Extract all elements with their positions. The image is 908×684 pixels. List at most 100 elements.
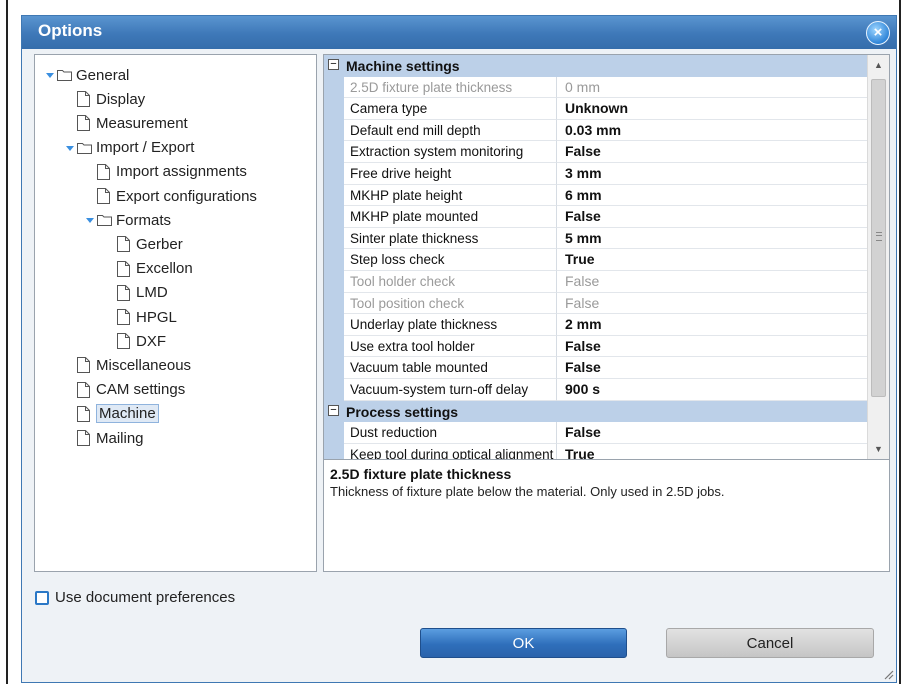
- property-value[interactable]: Unknown: [557, 98, 867, 120]
- property-name: MKHP plate height: [344, 184, 557, 207]
- row-gutter: [324, 422, 344, 444]
- tree-item-label: Mailing: [96, 429, 144, 447]
- property-value[interactable]: 900 s: [557, 379, 867, 401]
- tree-item-mailing[interactable]: Mailing: [77, 427, 144, 449]
- property-value[interactable]: False: [557, 206, 867, 228]
- tree-item-dxf[interactable]: DXF: [117, 330, 166, 352]
- document-icon: [117, 236, 130, 253]
- document-icon: [77, 381, 90, 398]
- document-icon: [77, 115, 90, 132]
- property-row[interactable]: Default end mill depth 0.03 mm: [324, 119, 867, 142]
- expand-arrow-icon[interactable]: [45, 70, 55, 80]
- property-value[interactable]: 0.03 mm: [557, 120, 867, 142]
- row-gutter: [324, 292, 344, 315]
- property-value[interactable]: 0 mm: [557, 77, 867, 99]
- property-row[interactable]: Extraction system monitoring False: [324, 141, 867, 163]
- property-name: Vacuum table mounted: [344, 357, 557, 380]
- property-row[interactable]: MKHP plate mounted False: [324, 206, 867, 228]
- category-process-settings[interactable]: − Process settings: [324, 400, 867, 423]
- collapse-icon[interactable]: −: [328, 404, 339, 416]
- use-document-preferences-checkbox[interactable]: [35, 590, 49, 605]
- tree-item-excellon[interactable]: Excellon: [117, 258, 193, 280]
- property-name: Extraction system monitoring: [344, 141, 557, 163]
- category-machine-settings[interactable]: − Machine settings: [324, 55, 867, 77]
- close-button[interactable]: ×: [866, 21, 890, 45]
- property-row[interactable]: Underlay plate thickness 2 mm: [324, 314, 867, 336]
- tree-item-label: DXF: [136, 332, 166, 350]
- property-value[interactable]: 6 mm: [557, 185, 867, 207]
- tree-item-label: CAM settings: [96, 381, 186, 399]
- dialog-title: Options: [38, 21, 103, 40]
- property-name: Tool position check: [344, 292, 557, 315]
- property-value[interactable]: False: [557, 141, 867, 163]
- property-name: 2.5D fixture plate thickness: [344, 76, 557, 99]
- row-gutter: [324, 314, 344, 336]
- property-value[interactable]: True: [557, 444, 867, 459]
- property-row[interactable]: Free drive height 3 mm: [324, 163, 867, 185]
- ok-button[interactable]: OK: [420, 628, 627, 658]
- document-icon: [77, 430, 90, 446]
- document-icon: [77, 405, 90, 422]
- tree-item-label: Gerber: [136, 235, 183, 253]
- tree-item-label: Import / Export: [96, 139, 195, 157]
- expand-arrow-icon[interactable]: [65, 143, 75, 153]
- scroll-up-arrow-icon[interactable]: ▲: [868, 55, 889, 75]
- use-document-preferences[interactable]: Use document preferences: [35, 589, 235, 606]
- property-row[interactable]: Dust reduction False: [324, 422, 867, 444]
- property-row[interactable]: Tool holder check False: [324, 271, 867, 293]
- property-row[interactable]: Use extra tool holder False: [324, 335, 867, 358]
- tree-item-import-export[interactable]: Import / Export: [65, 137, 194, 159]
- property-value[interactable]: False: [557, 336, 867, 358]
- property-value[interactable]: False: [557, 422, 867, 444]
- tree-item-formats[interactable]: Formats: [85, 209, 171, 231]
- tree-item-gerber[interactable]: Gerber: [117, 233, 183, 255]
- property-name: Underlay plate thickness: [344, 314, 557, 336]
- row-gutter: [324, 443, 344, 459]
- property-name: Keep tool during optical alignment: [344, 443, 557, 459]
- row-gutter: [324, 184, 344, 207]
- property-row[interactable]: Step loss check True: [324, 249, 867, 272]
- property-value[interactable]: False: [557, 271, 867, 293]
- property-name: Tool holder check: [344, 271, 557, 293]
- grid-scrollbar[interactable]: ▲ ▼: [867, 55, 889, 459]
- property-grid: − Machine settings 2.5D fixture plate thic…: [323, 54, 890, 572]
- property-value[interactable]: 5 mm: [557, 228, 867, 250]
- property-row[interactable]: Vacuum-system turn-off delay 900 s: [324, 379, 867, 401]
- tree-item-general[interactable]: General: [45, 64, 129, 86]
- property-row[interactable]: Camera type Unknown: [324, 98, 867, 120]
- tree-item-label: Miscellaneous: [96, 356, 192, 374]
- property-row[interactable]: Vacuum table mounted False: [324, 357, 867, 380]
- property-value[interactable]: False: [557, 293, 867, 315]
- tree-item-export-configurations[interactable]: Export configurations: [97, 185, 257, 207]
- property-row[interactable]: MKHP plate height 6 mm: [324, 184, 867, 207]
- tree-item-measurement[interactable]: Measurement: [77, 112, 188, 134]
- scroll-thumb[interactable]: [871, 79, 886, 397]
- tree-item-hpgl[interactable]: HPGL: [117, 306, 177, 328]
- collapse-icon[interactable]: −: [328, 59, 339, 70]
- property-value[interactable]: True: [557, 249, 867, 272]
- options-tree: General Display Measurement Import / Export…: [34, 54, 317, 572]
- description-text: Thickness of fixture plate below the mat…: [330, 484, 725, 499]
- tree-item-machine[interactable]: Machine: [77, 403, 159, 425]
- tree-item-lmd[interactable]: LMD: [117, 282, 168, 304]
- cancel-button[interactable]: Cancel: [666, 628, 874, 658]
- use-document-preferences-label: Use document preferences: [55, 589, 236, 606]
- tree-item-import-assignments[interactable]: Import assignments: [97, 161, 247, 183]
- row-gutter: [324, 357, 344, 380]
- property-value[interactable]: 2 mm: [557, 314, 867, 336]
- property-row[interactable]: 2.5D fixture plate thickness 0 mm: [324, 76, 867, 99]
- property-value[interactable]: 3 mm: [557, 163, 867, 185]
- row-gutter: [324, 271, 344, 293]
- tree-item-display[interactable]: Display: [77, 88, 145, 110]
- tree-item-cam-settings[interactable]: CAM settings: [77, 379, 185, 401]
- property-row[interactable]: Keep tool during optical alignment True: [324, 443, 867, 459]
- resize-grip-icon[interactable]: [882, 668, 894, 680]
- property-value[interactable]: False: [557, 357, 867, 380]
- property-name: Vacuum-system turn-off delay: [344, 379, 557, 401]
- scroll-down-arrow-icon[interactable]: ▼: [868, 439, 889, 459]
- property-row[interactable]: Tool position check False: [324, 292, 867, 315]
- tree-item-miscellaneous[interactable]: Miscellaneous: [77, 354, 191, 376]
- property-row[interactable]: Sinter plate thickness 5 mm: [324, 227, 867, 250]
- expand-arrow-icon[interactable]: [85, 215, 95, 225]
- property-grid-rows: − Machine settings 2.5D fixture plate thic…: [324, 55, 867, 459]
